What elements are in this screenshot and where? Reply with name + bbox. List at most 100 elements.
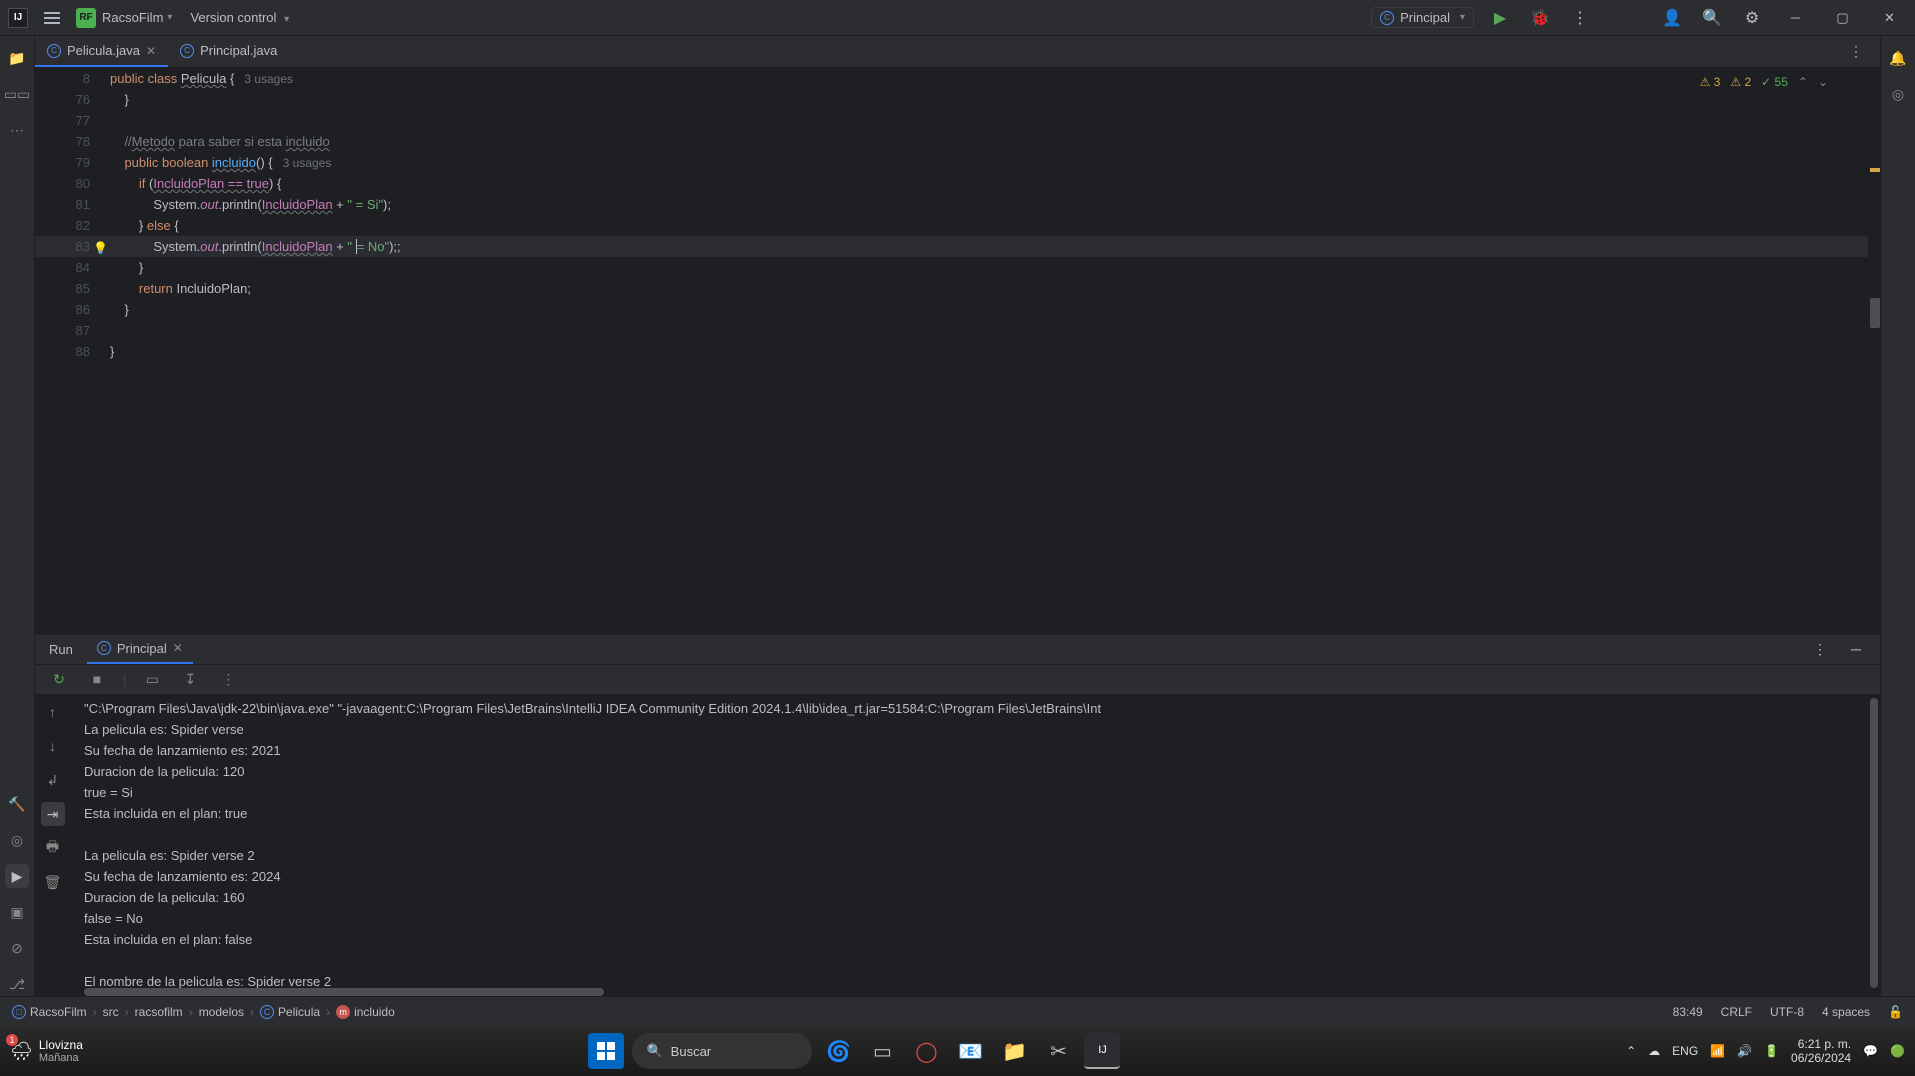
- console-output[interactable]: "C:\Program Files\Java\jdk-22\bin\java.e…: [70, 694, 1880, 996]
- chevron-up-icon[interactable]: ⌃: [1798, 72, 1808, 93]
- more-button[interactable]: ⋮: [216, 667, 240, 691]
- structure-tool-icon[interactable]: ▭▭: [5, 82, 29, 106]
- breadcrumb-item[interactable]: racsofilm: [135, 1005, 183, 1019]
- breadcrumb-item[interactable]: □RacsoFilm: [12, 1005, 87, 1019]
- debug-button[interactable]: 🐞: [1526, 4, 1554, 32]
- code-text[interactable]: return IncluidoPlan;: [110, 278, 1868, 299]
- scroll-down-icon[interactable]: ↓: [41, 734, 65, 758]
- inspection-badges[interactable]: ⚠ 3 ⚠ 2 ✓ 55 ⌃ ⌄: [1700, 72, 1828, 93]
- code-text[interactable]: }: [110, 89, 1868, 110]
- tray-lang[interactable]: ENG: [1672, 1044, 1698, 1058]
- code-line[interactable]: 88}: [35, 341, 1868, 362]
- chevron-down-icon[interactable]: ▾: [167, 12, 172, 23]
- run-tab-principal[interactable]: C Principal ✕: [87, 635, 193, 664]
- tab-principal[interactable]: C Principal.java: [168, 36, 289, 67]
- run-button[interactable]: ▶: [1486, 4, 1514, 32]
- project-tool-icon[interactable]: 📁: [5, 46, 29, 70]
- breadcrumb-item[interactable]: CPelicula: [260, 1005, 320, 1019]
- code-line[interactable]: 79 public boolean incluido() { 3 usages: [35, 152, 1868, 173]
- code-line[interactable]: 78 //Metodo para saber si esta incluido: [35, 131, 1868, 152]
- encoding[interactable]: UTF-8: [1770, 1005, 1804, 1019]
- tray-cloud-icon[interactable]: ☁: [1648, 1044, 1660, 1058]
- soft-wrap-icon[interactable]: ↲: [41, 768, 65, 792]
- tray-notifications-icon[interactable]: 💬: [1863, 1044, 1878, 1058]
- main-menu-button[interactable]: [38, 4, 66, 32]
- code-line[interactable]: 80 if (IncluidoPlan == true) {: [35, 173, 1868, 194]
- console-vscrollbar[interactable]: [1870, 698, 1878, 988]
- bookmarks-icon[interactable]: 🔨: [5, 792, 29, 816]
- project-name[interactable]: RacsoFilm: [102, 10, 163, 25]
- code-line[interactable]: 77: [35, 110, 1868, 131]
- code-text[interactable]: } else {: [110, 215, 1868, 236]
- task-browser[interactable]: ◯: [908, 1033, 944, 1069]
- close-button[interactable]: ✕: [1872, 4, 1907, 32]
- breadcrumb-item[interactable]: mincluido: [336, 1005, 395, 1019]
- code-line[interactable]: 86 }: [35, 299, 1868, 320]
- task-intellij[interactable]: IJ: [1084, 1033, 1120, 1069]
- ai-icon[interactable]: ◎: [1886, 82, 1910, 106]
- tray-wifi-icon[interactable]: 📶: [1710, 1044, 1725, 1058]
- task-copilot[interactable]: 🌀: [820, 1033, 856, 1069]
- weather-widget[interactable]: 🌧 Llovizna Mañana: [10, 1038, 83, 1064]
- search-box[interactable]: 🔍 Buscar: [632, 1033, 812, 1069]
- code-text[interactable]: public boolean incluido() { 3 usages: [110, 152, 1868, 173]
- code-text[interactable]: [110, 110, 1868, 131]
- scroll-up-icon[interactable]: ↑: [41, 700, 65, 724]
- search-icon[interactable]: 🔍: [1698, 4, 1726, 32]
- code-text[interactable]: if (IncluidoPlan == true) {: [110, 173, 1868, 194]
- terminal-icon[interactable]: ▣: [5, 900, 29, 924]
- code-line[interactable]: 83💡 System.out.println(IncluidoPlan + " …: [35, 236, 1868, 257]
- vcs-dropdown[interactable]: Version control ▾: [190, 10, 289, 25]
- start-button[interactable]: [588, 1033, 624, 1069]
- code-line[interactable]: 87: [35, 320, 1868, 341]
- code-text[interactable]: }: [110, 341, 1868, 362]
- attach-button[interactable]: ▭: [140, 667, 164, 691]
- breadcrumb-item[interactable]: src: [103, 1005, 119, 1019]
- code-text[interactable]: System.out.println(IncluidoPlan + " = Si…: [110, 194, 1868, 215]
- maximize-button[interactable]: ▢: [1825, 4, 1860, 32]
- code-line[interactable]: 85 return IncluidoPlan;: [35, 278, 1868, 299]
- read-only-toggle[interactable]: 🔓: [1888, 1005, 1903, 1019]
- intention-bulb-icon[interactable]: 💡: [93, 238, 108, 259]
- settings-icon[interactable]: ⚙: [1738, 4, 1766, 32]
- export-button[interactable]: ↧: [178, 667, 202, 691]
- code-line[interactable]: 81 System.out.println(IncluidoPlan + " =…: [35, 194, 1868, 215]
- code-text[interactable]: public class Pelicula { 3 usages: [110, 68, 1868, 89]
- rerun-button[interactable]: ↻: [47, 667, 71, 691]
- problems-icon[interactable]: ⊘: [5, 936, 29, 960]
- line-ending[interactable]: CRLF: [1721, 1005, 1752, 1019]
- breadcrumb-item[interactable]: modelos: [199, 1005, 244, 1019]
- code-line[interactable]: 8public class Pelicula { 3 usages: [35, 68, 1868, 89]
- git-icon[interactable]: ⎇: [5, 972, 29, 996]
- run-config-selector[interactable]: C Principal ▾: [1371, 7, 1474, 28]
- code-editor[interactable]: ⚠ 3 ⚠ 2 ✓ 55 ⌃ ⌄ 8public class Pelicula …: [35, 68, 1868, 634]
- more-tool-icon[interactable]: ⋯: [5, 118, 29, 142]
- tray-copilot-icon[interactable]: 🟢: [1890, 1044, 1905, 1058]
- run-tool-icon[interactable]: ▶: [5, 864, 29, 888]
- minimize-button[interactable]: ─: [1778, 4, 1813, 32]
- code-line[interactable]: 84 }: [35, 257, 1868, 278]
- code-text[interactable]: [110, 320, 1868, 341]
- print-icon[interactable]: 🖶: [41, 836, 65, 860]
- services-icon[interactable]: ◎: [5, 828, 29, 852]
- more-tabs-icon[interactable]: ⋮: [1842, 38, 1870, 66]
- scrollbar-thumb[interactable]: [1870, 298, 1880, 328]
- task-explorer[interactable]: ▭: [864, 1033, 900, 1069]
- more-icon[interactable]: ⋮: [1806, 635, 1834, 663]
- caret-position[interactable]: 83:49: [1673, 1005, 1703, 1019]
- tray-chevron[interactable]: ⌃: [1626, 1044, 1636, 1058]
- stop-button[interactable]: ■: [85, 667, 109, 691]
- code-text[interactable]: //Metodo para saber si esta incluido: [110, 131, 1868, 152]
- task-files[interactable]: 📁: [996, 1033, 1032, 1069]
- code-with-me-icon[interactable]: 👤: [1658, 4, 1686, 32]
- more-actions-button[interactable]: ⋮: [1566, 4, 1594, 32]
- delete-icon[interactable]: 🗑: [41, 870, 65, 894]
- code-line[interactable]: 76 }: [35, 89, 1868, 110]
- code-text[interactable]: System.out.println(IncluidoPlan + " = No…: [110, 236, 1868, 257]
- code-text[interactable]: }: [110, 299, 1868, 320]
- minimize-panel-icon[interactable]: ─: [1842, 635, 1870, 663]
- editor-scrollbar[interactable]: [1868, 68, 1880, 634]
- close-icon[interactable]: ✕: [173, 641, 183, 655]
- tray-battery-icon[interactable]: 🔋: [1764, 1044, 1779, 1058]
- code-line[interactable]: 82 } else {: [35, 215, 1868, 236]
